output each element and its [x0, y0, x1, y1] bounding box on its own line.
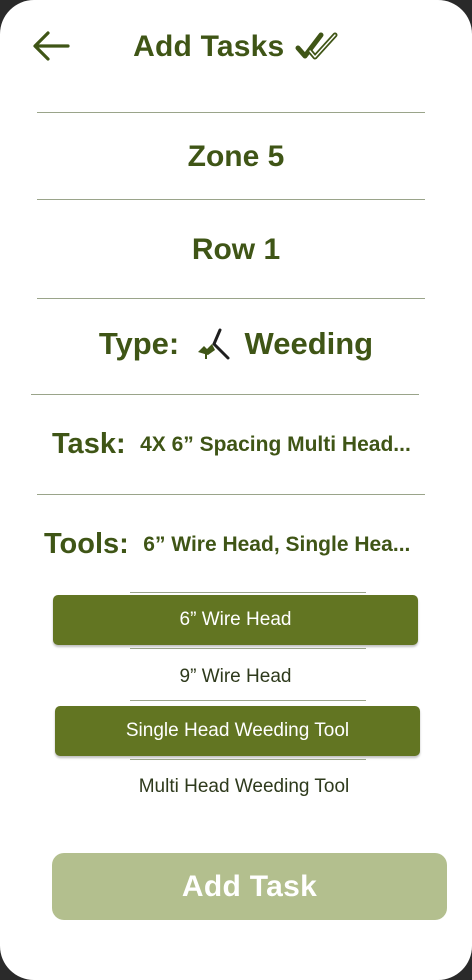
divider [130, 700, 366, 701]
page-title: Add Tasks [133, 30, 285, 63]
tools-selector[interactable]: Tools: 6” Wire Head, Single Hea... [44, 528, 410, 561]
divider [37, 112, 425, 113]
divider [31, 394, 419, 395]
tools-value: 6” Wire Head, Single Hea... [143, 532, 411, 556]
divider [37, 494, 425, 495]
row-selector[interactable]: Row 1 [0, 233, 472, 267]
title-wrap: Add Tasks [0, 30, 472, 64]
divider [37, 298, 425, 299]
divider [130, 759, 366, 760]
task-label: Task: [52, 428, 126, 460]
zone-selector[interactable]: Zone 5 [0, 140, 472, 174]
task-selector[interactable]: Task: 4X 6” Spacing Multi Head... [52, 428, 411, 461]
task-value: 4X 6” Spacing Multi Head... [140, 432, 411, 456]
add-task-button[interactable]: Add Task [52, 853, 447, 920]
tool-option-9-wire-head[interactable]: 9” Wire Head [53, 655, 418, 699]
divider [130, 592, 366, 593]
tool-option-multi-head-weeding-tool[interactable]: Multi Head Weeding Tool [53, 765, 435, 809]
type-value: Weeding [244, 326, 374, 361]
tool-option-single-head-weeding-tool[interactable]: Single Head Weeding Tool [55, 706, 420, 756]
divider [37, 199, 425, 200]
divider [130, 648, 366, 649]
type-label: Type: [98, 326, 180, 361]
app-screen: Add Tasks Zone 5 Row 1 Type: Weeding Tas… [0, 0, 472, 980]
type-selector[interactable]: Type: Weeding [0, 322, 472, 362]
hoe-icon [197, 328, 230, 360]
tool-option-6-wire-head[interactable]: 6” Wire Head [53, 595, 418, 645]
tools-label: Tools: [44, 528, 129, 560]
header: Add Tasks [0, 0, 472, 100]
double-check-icon [295, 32, 338, 60]
